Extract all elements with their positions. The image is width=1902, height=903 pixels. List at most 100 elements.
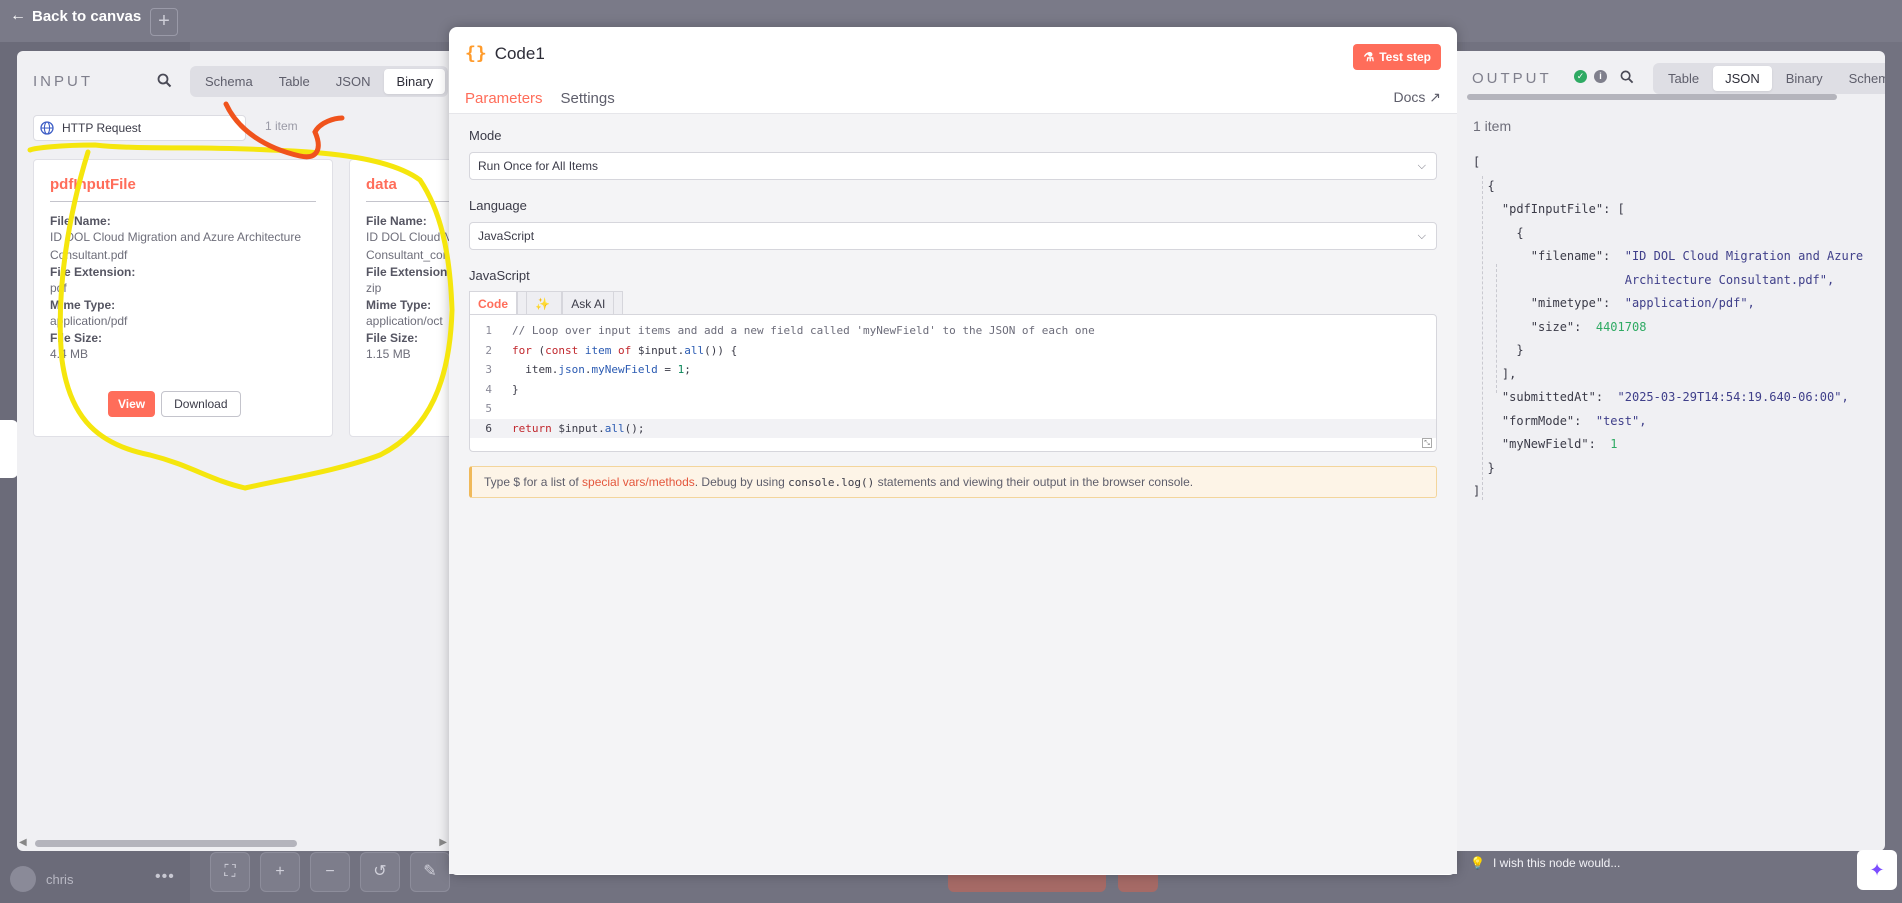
zoom-in-icon[interactable]: + — [260, 852, 300, 892]
more-icon[interactable]: ••• — [155, 868, 175, 886]
tidy-icon[interactable]: ✎ — [410, 852, 450, 892]
output-panel: OUTPUT ✓ i Table JSON Binary Schema 1 it… — [1457, 51, 1885, 851]
view-button[interactable]: View — [108, 391, 156, 417]
output-tab-schema[interactable]: Schema — [1837, 66, 1885, 91]
scrollbar-thumb[interactable] — [1467, 94, 1837, 100]
search-icon[interactable] — [157, 73, 172, 88]
hint-text: Type $ for a list of — [484, 475, 583, 489]
tab-ask-ai[interactable]: ✨ Ask AI — [517, 291, 624, 316]
input-horizontal-scrollbar[interactable]: ◀ ▶ — [17, 835, 449, 851]
external-link-icon: ↗ — [1429, 89, 1441, 105]
output-tab-json[interactable]: JSON — [1713, 66, 1772, 91]
code-editor[interactable]: 1// Loop over input items and add a new … — [469, 314, 1437, 452]
success-check-icon: ✓ — [1574, 70, 1587, 83]
test-step-button[interactable]: ⚗ Test step — [1353, 44, 1441, 70]
output-tab-table[interactable]: Table — [1656, 66, 1711, 91]
user-name: chris — [46, 871, 74, 887]
input-tab-binary[interactable]: Binary — [384, 69, 446, 94]
info-icon[interactable]: i — [1594, 70, 1607, 83]
back-to-canvas-label: Back to canvas — [32, 7, 142, 25]
undo-icon[interactable]: ↺ — [360, 852, 400, 892]
input-view-switch: Schema Table JSON Binary — [190, 66, 449, 97]
language-select[interactable]: JavaScript ⌵ — [469, 222, 1437, 250]
json-line: ], — [1473, 366, 1517, 381]
tab-code[interactable]: Code — [469, 291, 517, 316]
json-line: } — [1473, 460, 1495, 475]
hint-code: console.log() — [788, 476, 875, 489]
language-label: Language — [469, 198, 527, 213]
mime-type-label: Mime Type: — [366, 298, 432, 312]
output-horizontal-scrollbar[interactable] — [1457, 92, 1885, 102]
file-size-label: File Size: — [366, 331, 419, 345]
input-node-select[interactable]: HTTP Request — [33, 115, 246, 141]
file-extension-value: pdf — [50, 281, 67, 295]
input-tab-table[interactable]: Table — [267, 69, 322, 94]
user-menu[interactable]: chris — [10, 866, 73, 892]
output-tab-binary[interactable]: Binary — [1774, 66, 1835, 91]
scrollbar-thumb[interactable] — [35, 840, 297, 847]
file-name-value: ID DOL Cloud Migration and Azure Archite… — [50, 230, 302, 262]
json-line: "formMode": "test", — [1501, 413, 1647, 428]
node-details-view: INPUT Schema Table JSON Binary HTTP Requ… — [17, 27, 1885, 875]
code-hint-callout: Type $ for a list of special vars/method… — [469, 466, 1437, 498]
output-title: OUTPUT — [1472, 70, 1552, 87]
json-line: "size": 4401708 — [1530, 319, 1647, 334]
chevron-down-icon: ⌵ — [1417, 230, 1426, 242]
node-name[interactable]: Code1 — [495, 44, 545, 64]
input-tab-json[interactable]: JSON — [324, 69, 383, 94]
chevron-down-icon: ⌵ — [1417, 160, 1426, 172]
json-line: "myNewField": 1 — [1501, 437, 1618, 451]
sparkle-icon: ✨ — [526, 291, 563, 316]
test-step-label: Test step — [1379, 50, 1431, 64]
add-button[interactable]: + — [150, 8, 178, 36]
sparkle-icon: ✦ — [1869, 860, 1885, 880]
flask-icon: ⚗ — [1363, 50, 1375, 64]
ai-assistant-button[interactable]: ✦ — [1857, 850, 1897, 890]
json-viewer: [ { "pdfInputFile": [ { "filename": "ID … — [1473, 151, 1863, 504]
binary-card: data File Name: ID DOL Cloud M Consultan… — [349, 159, 449, 437]
code-line: 3 item.json.myNewField = 1; — [485, 363, 691, 377]
file-name-label: File Name: — [366, 214, 427, 228]
binary-card: pdfInputFile File Name: ID DOL Cloud Mig… — [33, 159, 333, 437]
zoom-out-icon[interactable]: − — [310, 852, 350, 892]
scroll-left-icon[interactable]: ◀ — [19, 837, 27, 848]
feedback-link[interactable]: 💡 I wish this node would... — [1470, 856, 1620, 870]
back-to-canvas-link[interactable]: ← Back to canvas — [10, 7, 141, 25]
search-icon[interactable] — [1620, 70, 1634, 84]
input-items-count: 1 item — [265, 119, 298, 133]
hint-text: statements and viewing their output in t… — [874, 475, 1194, 489]
file-size-value: 4.4 MB — [50, 347, 89, 361]
json-line: Architecture Consultant.pdf", — [1624, 272, 1835, 287]
code-line: 2 for (const item of $input.all()) { — [485, 343, 738, 357]
scroll-right-icon[interactable]: ▶ — [439, 837, 447, 848]
avatar — [10, 866, 36, 892]
output-view-switch: Table JSON Binary Schema — [1653, 63, 1885, 94]
mode-value: Run Once for All Items — [478, 159, 599, 173]
mode-select[interactable]: Run Once for All Items ⌵ — [469, 152, 1437, 180]
file-extension-label: File Extension: — [50, 265, 136, 279]
file-extension-label: File Extension: — [366, 265, 449, 279]
code-line: 6 return $input.all(); — [470, 418, 1436, 438]
input-title: INPUT — [33, 73, 93, 90]
binary-property-name: pdfInputFile — [50, 176, 316, 202]
json-line: { — [1473, 225, 1524, 240]
code-line: 1// Loop over input items and add a new … — [485, 324, 1095, 338]
input-tab-schema[interactable]: Schema — [193, 69, 265, 94]
docs-link[interactable]: Docs ↗ — [1393, 89, 1441, 106]
json-line: } — [1473, 343, 1524, 357]
special-vars-link[interactable]: special vars/methods — [582, 475, 695, 489]
download-button[interactable]: Download — [161, 391, 241, 417]
parameters-area: Mode Run Once for All Items ⌵ Language J… — [449, 114, 1457, 874]
file-name-value: ID DOL Cloud M Consultant_con — [366, 230, 449, 262]
resize-handle-icon[interactable]: ⤡ — [1422, 438, 1432, 448]
json-line: "filename": "ID DOL Cloud Migration and … — [1530, 249, 1864, 263]
json-line: "mimetype": "application/pdf", — [1530, 296, 1755, 310]
json-line: ] — [1473, 484, 1481, 498]
node-parameters-panel: {} Code1 ⚗ Test step Parameters Settings… — [449, 27, 1457, 875]
fit-view-icon[interactable]: ⛶ — [210, 852, 250, 892]
mime-type-label: Mime Type: — [50, 298, 116, 312]
language-value: JavaScript — [478, 229, 535, 243]
file-extension-value: zip — [366, 281, 382, 295]
json-line: [ — [1473, 155, 1481, 169]
lightbulb-icon: 💡 — [1470, 856, 1485, 870]
